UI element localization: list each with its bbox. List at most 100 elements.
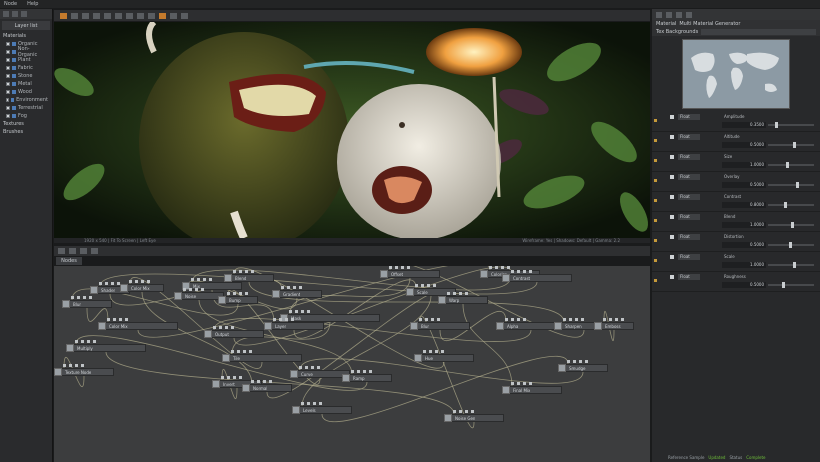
param-value-field[interactable]: 0.5000 xyxy=(722,242,766,248)
brushes-section-label[interactable]: Brushes xyxy=(0,128,52,136)
node-input-pins[interactable] xyxy=(447,292,468,295)
node-input-pins[interactable] xyxy=(489,266,510,269)
node-input-pins[interactable] xyxy=(233,270,254,273)
keyframe-icon[interactable] xyxy=(654,119,657,122)
visibility-checkbox[interactable] xyxy=(6,66,10,70)
node-levels[interactable]: Levels xyxy=(292,402,352,414)
node-final-mix[interactable]: Final Mix xyxy=(502,382,562,394)
layers-icon[interactable] xyxy=(12,11,18,17)
visibility-checkbox[interactable] xyxy=(6,58,10,62)
render-viewport[interactable] xyxy=(54,22,650,238)
node-noise[interactable]: Noise xyxy=(174,288,224,300)
param-checkbox[interactable] xyxy=(670,235,674,239)
param-checkbox[interactable] xyxy=(670,195,674,199)
node-texture-node[interactable]: Texture Node xyxy=(54,364,114,376)
node-graph-canvas[interactable]: Blur Shader Color Mix Color Mix Multiply Text… xyxy=(54,266,650,462)
tree-item[interactable]: Fabric xyxy=(0,64,52,72)
param-type-dropdown[interactable]: Float xyxy=(678,174,700,180)
param-value-field[interactable]: 0.5000 xyxy=(722,182,766,188)
node-color-mix[interactable]: Color Mix xyxy=(120,280,164,292)
node-noise-gen[interactable]: Noise Gen xyxy=(444,410,504,422)
materials-section-label[interactable]: Materials xyxy=(0,32,52,40)
node-input-pins[interactable] xyxy=(281,286,302,289)
grid-icon[interactable] xyxy=(126,12,133,19)
param-type-dropdown[interactable]: Float xyxy=(678,114,700,120)
node-tile[interactable]: Tile xyxy=(222,350,302,362)
render-icon[interactable] xyxy=(60,12,67,19)
visibility-checkbox[interactable] xyxy=(6,50,10,54)
node-input-pins[interactable] xyxy=(423,350,444,353)
param-slider[interactable] xyxy=(768,222,814,228)
add-node-icon[interactable] xyxy=(58,248,65,254)
visibility-checkbox[interactable] xyxy=(6,82,10,86)
tab-nodes[interactable]: Nodes xyxy=(56,257,82,265)
slider-handle[interactable] xyxy=(786,162,790,168)
node-input-pins[interactable] xyxy=(227,292,248,295)
node-contrast[interactable]: Contrast xyxy=(502,270,572,282)
param-checkbox[interactable] xyxy=(670,255,674,259)
node-input-pins[interactable] xyxy=(221,376,242,379)
node-emboss[interactable]: Emboss xyxy=(594,318,634,330)
fit-icon[interactable] xyxy=(181,12,188,19)
align-node-icon[interactable] xyxy=(91,248,98,254)
param-checkbox[interactable] xyxy=(670,115,674,119)
slider-handle[interactable] xyxy=(793,262,797,268)
properties-icon[interactable] xyxy=(656,11,662,18)
node-input-pins[interactable] xyxy=(505,318,526,321)
param-type-dropdown[interactable]: Float xyxy=(678,194,700,200)
param-type-dropdown[interactable]: Float xyxy=(678,274,700,280)
node-blend[interactable]: Blend xyxy=(224,270,274,282)
node-input-pins[interactable] xyxy=(231,350,252,353)
camera-icon[interactable] xyxy=(71,12,78,19)
node-input-pins[interactable] xyxy=(213,326,234,329)
node-input-pins[interactable] xyxy=(273,318,294,321)
param-slider[interactable] xyxy=(768,262,814,268)
group-node-icon[interactable] xyxy=(80,248,87,254)
node-input-pins[interactable] xyxy=(511,270,532,273)
node-input-pins[interactable] xyxy=(191,278,212,281)
param-value-field[interactable]: 1.0000 xyxy=(722,222,766,228)
param-type-dropdown[interactable]: Float xyxy=(678,254,700,260)
shading-icon[interactable] xyxy=(148,12,155,19)
tree-item[interactable]: Stone xyxy=(0,72,52,80)
param-checkbox[interactable] xyxy=(670,215,674,219)
param-slider[interactable] xyxy=(768,242,814,248)
node-input-pins[interactable] xyxy=(389,266,410,269)
param-value-field[interactable]: 1.0000 xyxy=(722,162,766,168)
node-curve[interactable]: Curve xyxy=(290,366,350,378)
param-value-field[interactable]: 0.5000 xyxy=(722,282,766,288)
node-offset[interactable]: Offset xyxy=(380,266,440,278)
slider-handle[interactable] xyxy=(793,142,797,148)
node-input-pins[interactable] xyxy=(419,318,440,321)
pause-icon[interactable] xyxy=(104,12,111,19)
node-input-pins[interactable] xyxy=(183,288,204,291)
visibility-checkbox[interactable] xyxy=(6,90,10,94)
keyframe-icon[interactable] xyxy=(654,239,657,242)
node-input-pins[interactable] xyxy=(289,310,310,313)
node-input-pins[interactable] xyxy=(299,366,320,369)
visibility-checkbox[interactable] xyxy=(6,114,10,118)
param-type-dropdown[interactable]: Float xyxy=(678,234,700,240)
node-input-pins[interactable] xyxy=(563,318,584,321)
node-mask[interactable]: Mask xyxy=(280,310,380,322)
export-icon[interactable] xyxy=(676,11,682,18)
menu-item-help[interactable]: Help xyxy=(27,1,38,7)
param-value-field[interactable]: 0.5000 xyxy=(722,142,766,148)
tree-item[interactable]: Non-Organic xyxy=(0,46,52,58)
param-value-field[interactable]: 0.8000 xyxy=(722,202,766,208)
param-type-dropdown[interactable]: Float xyxy=(678,154,700,160)
node-output[interactable]: Output xyxy=(204,326,264,338)
slider-handle[interactable] xyxy=(781,282,785,288)
highlight-icon[interactable] xyxy=(159,12,166,19)
param-value-field[interactable]: 1.0000 xyxy=(722,262,766,268)
node-gradient[interactable]: Gradient xyxy=(272,286,322,298)
keyframe-icon[interactable] xyxy=(654,199,657,202)
tree-item[interactable]: Fog xyxy=(0,112,52,120)
node-warp[interactable]: Warp xyxy=(438,292,488,304)
slider-handle[interactable] xyxy=(791,222,794,228)
delete-node-icon[interactable] xyxy=(69,248,76,254)
node-smudge[interactable]: Smudge xyxy=(558,360,608,372)
layer-list-tab[interactable]: Layer list xyxy=(2,21,50,30)
tree-item[interactable]: Terrestrial xyxy=(0,104,52,112)
brush-icon[interactable] xyxy=(3,11,9,17)
